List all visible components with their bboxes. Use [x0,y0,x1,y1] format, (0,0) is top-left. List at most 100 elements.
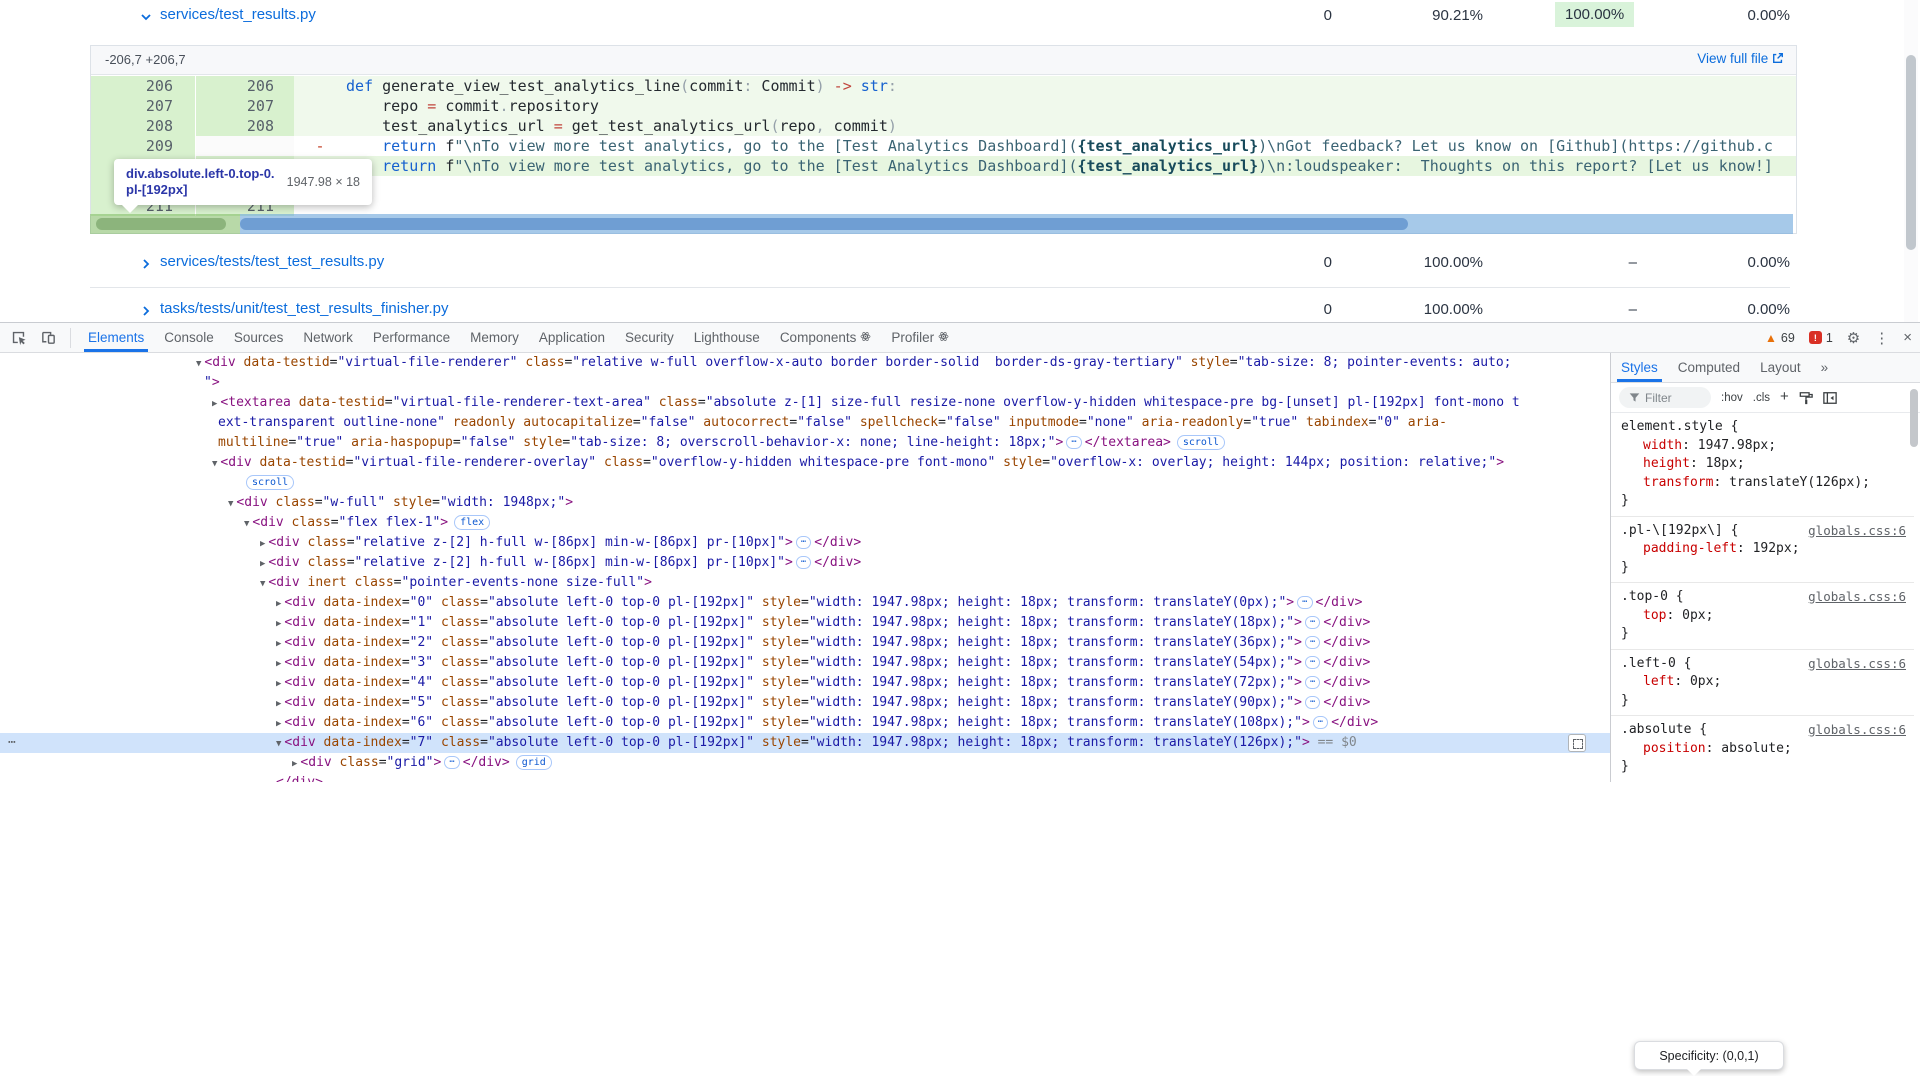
badge-scroll[interactable]: scroll [246,475,295,490]
expand-ellipsis-pill[interactable]: ⋯ [444,756,460,769]
tooltip-arrow [122,205,138,213]
file-row: services/tests/test_test_results.py 0 100.… [0,253,1920,279]
horizontal-scrollbar-thumb-left[interactable] [96,218,226,230]
dom-tree-node[interactable]: ▶ <div class="grid"> ⋯ </div> grid [0,753,1610,773]
toolbar-right-cluster: ▲ 69 ! 1 ⚙ ⋮ × [1765,323,1912,352]
devtools-tab-security[interactable]: Security [615,323,684,352]
devtools-tab-elements[interactable]: Elements [78,323,154,352]
expand-ellipsis-pill[interactable]: ⋯ [1304,616,1321,629]
devtools-tab-network[interactable]: Network [293,323,363,352]
expand-ellipsis-pill[interactable]: ⋯ [1297,596,1313,609]
stylesheet-link[interactable]: globals.css:6 [1808,655,1906,674]
file-stat: 90.21% [1432,7,1483,24]
inspect-element-icon[interactable] [10,329,30,347]
badge-flex[interactable]: flex [454,515,491,530]
dom-tree-node[interactable]: multiline="true" aria-haspopup="false" s… [0,433,1610,453]
devtools-tab-sources[interactable]: Sources [224,323,294,352]
page-scrollbar[interactable] [1904,0,1918,322]
rendering-brush-icon[interactable] [1799,391,1813,405]
css-property[interactable]: padding-left: 192px; [1621,540,1914,559]
chevron-down-icon[interactable] [140,11,152,23]
page-scrollbar-thumb[interactable] [1906,55,1916,250]
dom-tree-node[interactable]: ▶ <div data-index="5" class="absolute lef… [0,693,1610,713]
dom-tree-node[interactable]: ext-transparent outline-none" readonly a… [0,413,1610,433]
css-property[interactable]: left: 0px; [1621,673,1914,692]
dom-tree-node[interactable]: ▼ <div data-testid="virtual-file-renderer… [0,353,1610,373]
devtools-tab-application[interactable]: Application [529,323,615,352]
dom-tree-node[interactable]: ▶ <div data-index="6" class="absolute lef… [0,713,1610,733]
badge-grid[interactable]: grid [515,755,552,770]
dom-tree-node[interactable]: ▶ <div data-index="0" class="absolute lef… [0,593,1610,613]
devtools-tab-console[interactable]: Console [154,323,224,352]
dom-tree-node[interactable]: ▶ <div data-index="3" class="absolute lef… [0,653,1610,673]
dom-tree-node[interactable]: ▼ <div inert class="pointer-events-none s… [0,573,1610,593]
filter-toggle-[interactable]: + [1780,388,1789,405]
dom-tree-node[interactable]: ▼ <div data-index="7" class="absolute lef… [0,733,1610,753]
horizontal-scrollbar-thumb[interactable] [240,218,1408,230]
css-property[interactable]: top: 0px; [1621,607,1914,626]
devtools-tab-performance[interactable]: Performance [363,323,460,352]
stylesheet-link[interactable]: globals.css:6 [1808,522,1906,541]
expand-ellipsis-pill[interactable]: ⋯ [1304,676,1321,689]
expand-ellipsis-pill[interactable]: ⋯ [795,536,812,549]
device-toolbar-icon[interactable] [40,329,60,347]
devtools-tab-memory[interactable]: Memory [460,323,529,352]
devtools-tab-profiler[interactable]: Profiler [881,323,959,352]
badge-scroll[interactable]: scroll [1176,435,1225,450]
styles-tab-computed[interactable]: Computed [1668,353,1750,382]
styles-scrollbar-thumb[interactable] [1910,389,1918,447]
expand-ellipsis-pill[interactable]: ⋯ [1066,436,1082,449]
inspect-tooltip-dimensions: 1947.98 × 18 [286,175,360,189]
dom-tree-node[interactable]: ▶ <div data-index="2" class="absolute lef… [0,633,1610,653]
tooltip-arrow [1687,1069,1701,1076]
css-property[interactable]: position: absolute; [1621,740,1914,759]
css-property[interactable]: transform: translateY(126px); [1621,474,1914,493]
dom-tree-node[interactable]: ▶ <textarea data-testid="virtual-file-ren… [0,393,1610,413]
settings-gear-icon[interactable]: ⚙ [1847,329,1860,347]
css-property[interactable]: width: 1947.98px; [1621,437,1914,456]
file-name-link[interactable]: tasks/tests/unit/test_test_results_finis… [160,300,448,317]
filter-toggle-hov[interactable]: :hov [1721,392,1743,404]
warnings-indicator[interactable]: ▲ 69 [1765,331,1795,345]
devtools-tab-components[interactable]: Components [770,323,882,352]
sidebar-panel-icon[interactable] [1822,391,1837,405]
dom-tree-node[interactable]: ▼ <div class="flex flex-1"> flex [0,513,1610,533]
stylesheet-link[interactable]: globals.css:6 [1808,721,1906,740]
expand-ellipsis-pill[interactable]: ⋯ [795,556,812,569]
devtools-tab-lighthouse[interactable]: Lighthouse [684,323,770,352]
styles-tab-styles[interactable]: Styles [1611,353,1668,382]
inspect-tooltip-selector: div.absolute.left-0.top-0.pl-[192px] [126,166,275,197]
file-name-link[interactable]: services/tests/test_test_results.py [160,253,384,270]
view-full-file-link[interactable]: View full file [1697,51,1784,66]
dom-tree-node[interactable]: "> [0,373,1610,393]
diff-line: 207 207 repo = commit.repository [91,96,1796,116]
styles-filter-input[interactable]: Filter [1619,387,1711,408]
errors-indicator[interactable]: ! 1 [1808,331,1833,345]
styles-tab-layout[interactable]: Layout [1750,353,1811,382]
scroll-into-view-icon[interactable] [1568,734,1586,752]
css-property[interactable]: height: 18px; [1621,455,1914,474]
dom-tree-node[interactable]: ▶ <div class="relative z-[2] h-full w-[86… [0,553,1610,573]
expand-ellipsis-pill[interactable]: ⋯ [1312,716,1329,729]
expand-ellipsis-pill[interactable]: ⋯ [1304,656,1321,669]
dom-tree-node[interactable]: ▼ <div class="w-full" style="width: 1948p… [0,493,1610,513]
dom-tree-node[interactable]: ▼ <div data-testid="virtual-file-renderer… [0,453,1610,473]
new-line-number: 206 [196,76,294,96]
react-atom-icon [938,323,949,352]
expand-ellipsis-pill[interactable]: ⋯ [1304,636,1321,649]
dom-tree-node[interactable]: ▶ <div class="relative z-[2] h-full w-[86… [0,533,1610,553]
dom-tree-node[interactable]: ▶ <div data-index="4" class="absolute lef… [0,673,1610,693]
chevron-right-icon[interactable] [140,258,152,270]
close-devtools-icon[interactable]: × [1903,329,1912,346]
expand-ellipsis-pill[interactable]: ⋯ [1304,696,1321,709]
code-text: test_analytics_url = get_test_analytics_… [294,116,1796,136]
styles-tab-more[interactable]: » [1811,353,1839,382]
stylesheet-link[interactable]: globals.css:6 [1808,588,1906,607]
chevron-right-icon[interactable] [140,305,152,317]
dom-tree-node[interactable]: scroll [0,473,1610,493]
file-name-link[interactable]: services/test_results.py [160,6,316,23]
dom-tree-node[interactable]: ▶ <div data-index="1" class="absolute lef… [0,613,1610,633]
kebab-menu-icon[interactable]: ⋮ [1874,329,1889,347]
file-stat: 0 [1323,301,1332,318]
filter-toggle-cls[interactable]: .cls [1753,392,1770,404]
